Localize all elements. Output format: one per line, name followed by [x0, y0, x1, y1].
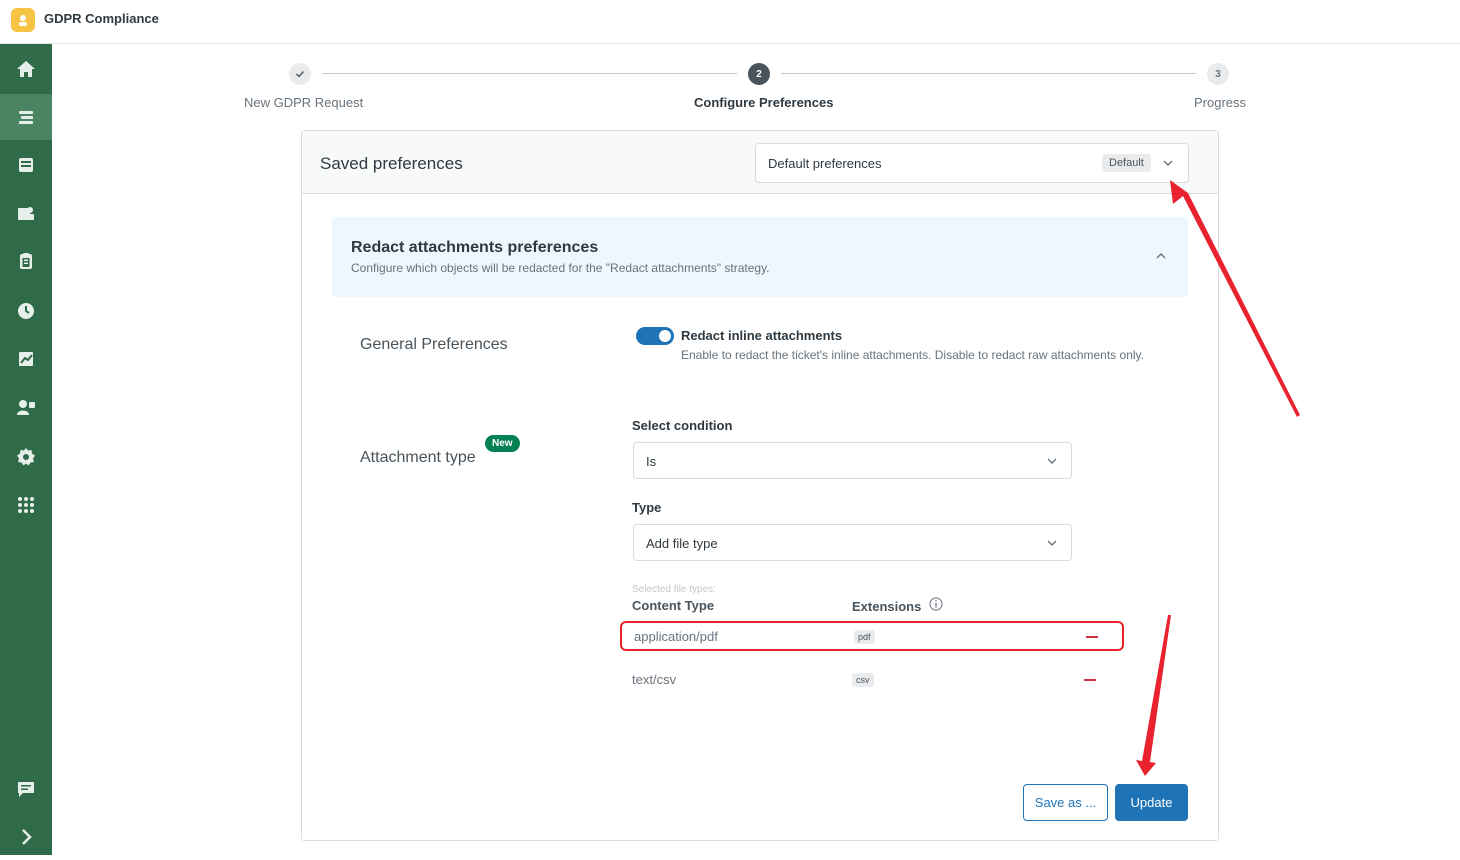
inbox-icon[interactable]	[0, 142, 52, 188]
step-3-number: 3	[1207, 63, 1229, 85]
expand-icon[interactable]	[0, 814, 52, 860]
app-title: GDPR Compliance	[44, 11, 159, 26]
chevron-down-icon	[1163, 160, 1173, 166]
toggle-description: Enable to redact the ticket's inline att…	[681, 348, 1144, 362]
sidebar	[0, 44, 52, 855]
toggle-knob	[659, 330, 671, 342]
section-subtitle: Configure which objects will be redacted…	[351, 261, 770, 275]
contacts-icon[interactable]	[0, 190, 52, 236]
selected-file-types-hint: Selected file types:	[632, 584, 716, 595]
chevron-down-icon	[1047, 540, 1057, 546]
users-icon[interactable]	[0, 384, 52, 430]
general-preferences-label: General Preferences	[360, 336, 508, 353]
reports-icon[interactable]	[0, 336, 52, 382]
attachment-type-label: Attachment type	[360, 449, 476, 466]
extensions-header: Extensions	[852, 599, 922, 614]
new-badge: New	[485, 435, 520, 452]
table-row: application/pdf pdf	[620, 621, 1124, 651]
saved-preferences-header: Saved preferences Default preferences De…	[302, 131, 1218, 194]
section-title: Redact attachments preferences	[351, 239, 599, 256]
chevron-down-icon	[1047, 458, 1057, 464]
remove-row-button[interactable]	[1086, 636, 1098, 638]
condition-dropdown[interactable]: Is	[633, 442, 1072, 479]
requests-icon[interactable]	[0, 94, 52, 140]
select-condition-label: Select condition	[632, 418, 733, 433]
table-row: text/csv csv	[620, 666, 1124, 696]
chat-icon[interactable]	[0, 766, 52, 812]
save-as-button[interactable]: Save as ...	[1023, 784, 1108, 821]
app-logo-icon	[11, 8, 35, 32]
stepper-line	[322, 73, 737, 74]
condition-value: Is	[646, 454, 657, 469]
type-label: Type	[632, 500, 662, 515]
extension-tag: csv	[852, 673, 874, 687]
extension-tag: pdf	[854, 630, 875, 644]
gear-icon[interactable]	[0, 434, 52, 480]
saved-preferences-dropdown[interactable]: Default preferences Default	[755, 143, 1189, 183]
clipboard-icon[interactable]	[0, 238, 52, 284]
toggle-title: Redact inline attachments	[681, 328, 843, 343]
default-badge: Default	[1102, 154, 1151, 172]
step-1-label: New GDPR Request	[244, 95, 364, 110]
apps-icon[interactable]	[0, 482, 52, 528]
clock-icon[interactable]	[0, 288, 52, 334]
redact-inline-toggle[interactable]	[636, 327, 674, 345]
step-2-number: 2	[748, 63, 770, 85]
stepper-line	[781, 73, 1196, 74]
saved-preferences-title: Saved preferences	[320, 154, 463, 173]
saved-preferences-value: Default preferences	[768, 156, 882, 171]
update-button[interactable]: Update	[1115, 784, 1188, 821]
step-2-label: Configure Preferences	[694, 95, 834, 110]
home-icon[interactable]	[0, 46, 52, 92]
info-icon[interactable]	[929, 597, 943, 611]
content-type-cell: text/csv	[632, 672, 677, 687]
preferences-panel: Saved preferences Default preferences De…	[301, 130, 1219, 841]
step-3-label: Progress	[1194, 95, 1247, 110]
file-type-placeholder: Add file type	[646, 536, 718, 551]
file-type-dropdown[interactable]: Add file type	[633, 524, 1072, 561]
content-type-header: Content Type	[632, 598, 715, 613]
top-bar: GDPR Compliance	[0, 0, 1460, 44]
step-1-check-icon	[289, 63, 311, 85]
remove-row-button[interactable]	[1084, 679, 1096, 681]
redact-attachments-section[interactable]: Redact attachments preferences Configure…	[332, 217, 1188, 297]
chevron-up-icon[interactable]	[1154, 249, 1168, 263]
content-type-cell: application/pdf	[634, 629, 718, 644]
